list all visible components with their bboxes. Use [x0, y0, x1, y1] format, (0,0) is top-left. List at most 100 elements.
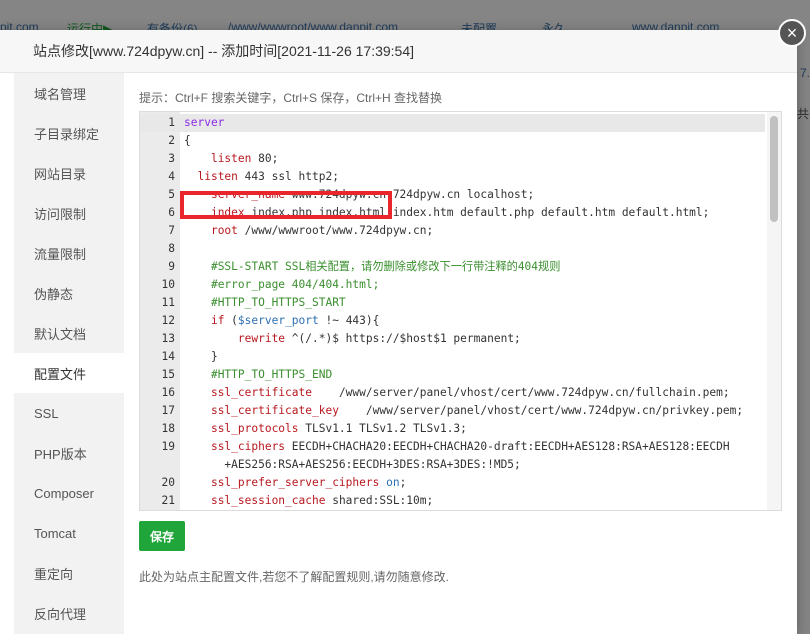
- line-number: 17: [161, 404, 175, 417]
- line-code: ssl_session_cache shared:SSL:10m;: [210, 494, 434, 507]
- sidebar-item-label: 网站目录: [34, 166, 87, 182]
- code-line[interactable]: 12 if ($server_port !~ 443){: [140, 312, 765, 330]
- code-line[interactable]: 3 listen 80;: [140, 150, 765, 168]
- line-number: 19: [161, 440, 175, 453]
- line-code: ssl_ciphers EECDH+CHACHA20:EECDH+CHACHA2…: [210, 440, 730, 471]
- line-number: 14: [161, 350, 175, 363]
- code-line[interactable]: 2{: [140, 132, 765, 150]
- line-number: 11: [161, 296, 175, 309]
- line-code: if ($server_port !~ 443){: [210, 314, 380, 327]
- line-number: 7: [168, 224, 175, 237]
- line-code: listen 80;: [210, 152, 279, 165]
- sidebar-item-label: PHP版本: [34, 446, 87, 462]
- code-line[interactable]: 11 #HTTP_TO_HTTPS_START: [140, 294, 765, 312]
- code-line[interactable]: 7 root /www/wwwroot/www.724dpyw.cn;: [140, 222, 765, 240]
- sidebar-item-access-limit[interactable]: 访问限制: [14, 193, 124, 233]
- code-line[interactable]: 4 listen 443 ssl http2;: [140, 168, 765, 186]
- sidebar-item-label: Tomcat: [34, 525, 76, 541]
- line-number: 10: [161, 278, 175, 291]
- line-number: 2: [168, 134, 175, 147]
- line-code: {: [184, 134, 191, 147]
- line-number: 15: [161, 368, 175, 381]
- line-code: server: [184, 116, 225, 129]
- line-code: #SSL-START SSL相关配置，请勿删除或修改下一行带注释的404规则: [210, 260, 561, 273]
- line-code: }: [184, 350, 218, 363]
- line-code: ssl_protocols TLSv1.1 TLSv1.2 TLSv1.3;: [210, 422, 467, 435]
- sidebar-item-traffic-limit[interactable]: 流量限制: [14, 233, 124, 273]
- sidebar-item-redirect[interactable]: 重定向: [14, 553, 124, 593]
- modal-title: 站点修改[www.724dpyw.cn] -- 添加时间[2021-11-26 …: [33, 43, 415, 59]
- line-number: 13: [161, 332, 175, 345]
- code-line[interactable]: 17 ssl_certificate_key /www/server/panel…: [140, 402, 765, 420]
- line-code: ssl_certificate /www/server/panel/vhost/…: [210, 386, 730, 399]
- line-number: 3: [168, 152, 175, 165]
- code-line[interactable]: 15 #HTTP_TO_HTTPS_END: [140, 366, 765, 384]
- sidebar-item-php-version[interactable]: PHP版本: [14, 433, 124, 473]
- line-number: 20: [161, 476, 175, 489]
- annotation-red-box: [180, 191, 392, 219]
- scrollbar-thumb[interactable]: [770, 116, 778, 222]
- sidebar-item-label: 流量限制: [34, 246, 87, 262]
- line-code: root /www/wwwroot/www.724dpyw.cn;: [210, 224, 434, 237]
- sidebar-item-label: 访问限制: [34, 206, 87, 222]
- code-line[interactable]: 9 #SSL-START SSL相关配置，请勿删除或修改下一行带注释的404规则: [140, 258, 765, 276]
- line-number: 12: [161, 314, 175, 327]
- sidebar-item-subdir[interactable]: 子目录绑定: [14, 113, 124, 153]
- sidebar-item-ssl[interactable]: SSL: [14, 393, 124, 433]
- config-content: 提示：Ctrl+F 搜索关键字，Ctrl+S 保存，Ctrl+H 查找替换 1s…: [124, 73, 797, 634]
- sidebar-item-reverse-proxy[interactable]: 反向代理: [14, 593, 124, 633]
- editor-scrollbar[interactable]: [767, 112, 781, 510]
- config-note: 此处为站点主配置文件,若您不了解配置规则,请勿随意修改.: [139, 570, 450, 584]
- sidebar-item-default-doc[interactable]: 默认文档: [14, 313, 124, 353]
- line-code: ssl_prefer_server_ciphers on;: [210, 476, 407, 489]
- shortcut-tip: 提示：Ctrl+F 搜索关键字，Ctrl+S 保存，Ctrl+H 查找替换: [139, 91, 443, 105]
- line-code: #error_page 404/404.html;: [210, 278, 380, 291]
- line-number: 4: [168, 170, 175, 183]
- code-line[interactable]: 16 ssl_certificate /www/server/panel/vho…: [140, 384, 765, 402]
- site-edit-modal: 站点修改[www.724dpyw.cn] -- 添加时间[2021-11-26 …: [0, 30, 797, 634]
- line-number: 18: [161, 422, 175, 435]
- sidebar-item-label: 重定向: [34, 566, 74, 582]
- code-line[interactable]: 13 rewrite ^(/.*)$ https://$host$1 perma…: [140, 330, 765, 348]
- line-code: listen 443 ssl http2;: [197, 170, 339, 183]
- sidebar-item-label: 反向代理: [34, 606, 87, 622]
- line-number: 5: [168, 188, 175, 201]
- sidebar-item-label: 域名管理: [34, 86, 87, 102]
- save-button[interactable]: 保存: [139, 521, 185, 551]
- sidebar-item-site-dir[interactable]: 网站目录: [14, 153, 124, 193]
- sidebar-item-domain[interactable]: 域名管理: [14, 73, 124, 113]
- code-line[interactable]: 1 server: [140, 114, 765, 132]
- code-line[interactable]: 20 ssl_prefer_server_ciphers on;: [140, 474, 765, 492]
- modal-header: 站点修改[www.724dpyw.cn] -- 添加时间[2021-11-26 …: [0, 30, 797, 73]
- close-icon: ×: [786, 23, 798, 43]
- line-code: #HTTP_TO_HTTPS_END: [210, 368, 333, 381]
- sidebar-item-label: 默认文档: [34, 326, 87, 342]
- line-number: 21: [161, 494, 175, 507]
- line-code: ssl_certificate_key /www/server/panel/vh…: [210, 404, 744, 417]
- sidebar-item-label: Composer: [34, 485, 94, 501]
- sidebar-item-label: 伪静态: [34, 286, 74, 302]
- code-lines[interactable]: 1 server 2{3 listen 80; 4 listen 443 ssl ht…: [140, 114, 765, 510]
- line-number: 9: [168, 260, 175, 273]
- line-number: 1: [168, 116, 175, 129]
- sidebar-item-label: 子目录绑定: [34, 126, 100, 142]
- code-line[interactable]: 19 ssl_ciphers EECDH+CHACHA20:EECDH+CHAC…: [140, 438, 765, 474]
- line-number: 8: [168, 242, 175, 255]
- sidebar-item-tomcat[interactable]: Tomcat: [14, 513, 124, 553]
- line-code: rewrite ^(/.*)$ https://$host$1 permanen…: [237, 332, 521, 345]
- line-number: 6: [168, 206, 175, 219]
- sidebar-item-config-file[interactable]: 配置文件: [14, 353, 124, 393]
- code-line[interactable]: 8: [140, 240, 765, 258]
- line-number: 16: [161, 386, 175, 399]
- code-line[interactable]: 18 ssl_protocols TLSv1.1 TLSv1.2 TLSv1.3…: [140, 420, 765, 438]
- sidebar-item-rewrite[interactable]: 伪静态: [14, 273, 124, 313]
- code-line[interactable]: 21 ssl_session_cache shared:SSL:10m;: [140, 492, 765, 510]
- config-editor[interactable]: 1 server 2{3 listen 80; 4 listen 443 ssl ht…: [139, 111, 782, 511]
- code-line[interactable]: 10 #error_page 404/404.html;: [140, 276, 765, 294]
- sidebar-item-composer[interactable]: Composer: [14, 473, 124, 513]
- code-line[interactable]: 14 }: [140, 348, 765, 366]
- sidebar: 域名管理 子目录绑定 网站目录 访问限制 流量限制 伪静态 默认文档 配置文件 …: [14, 73, 124, 634]
- close-button[interactable]: ×: [778, 19, 806, 47]
- sidebar-item-label: 配置文件: [34, 366, 87, 382]
- sidebar-item-label: SSL: [34, 405, 59, 421]
